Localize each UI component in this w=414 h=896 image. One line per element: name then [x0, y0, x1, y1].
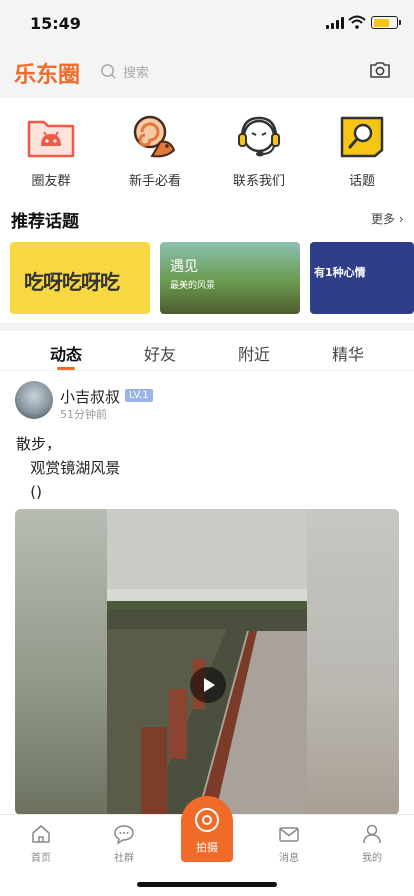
feed-tabs: 动态 好友 附近 精华	[0, 331, 414, 371]
tab-friends[interactable]: 好友	[120, 341, 200, 365]
quick-entry-topic[interactable]: 话题	[322, 112, 402, 189]
play-icon[interactable]	[190, 667, 226, 703]
topic-banner-eat[interactable]: 吃呀吃呀吃	[10, 242, 150, 314]
quick-entry-circle-group[interactable]: 圈友群	[11, 112, 91, 189]
nav-label: 首页	[31, 853, 51, 864]
nav-community[interactable]: 社群	[94, 823, 154, 864]
chat-bubble-icon	[114, 825, 134, 845]
video-blur-right	[307, 509, 399, 815]
avatar[interactable]	[15, 381, 53, 419]
post-time: 51分钟前	[60, 408, 107, 421]
top-area: 15:49 乐东圈 搜索	[0, 0, 414, 98]
topic-banner-mood[interactable]: 有1种心情	[310, 242, 414, 314]
topic-banner-scenery[interactable]: 遇见 最美的风景	[160, 242, 300, 314]
camera-icon[interactable]	[368, 58, 392, 82]
search-placeholder: 搜索	[123, 65, 150, 81]
folder-android-icon	[27, 120, 75, 158]
shoot-button[interactable]: 拍摄	[181, 796, 233, 862]
home-icon	[32, 825, 50, 843]
quick-entry-label: 新手必看	[128, 174, 181, 189]
quick-entry-label: 联系我们	[232, 174, 285, 189]
mail-icon	[279, 827, 299, 842]
level-badge: LV.1	[125, 389, 153, 402]
shoot-label: 拍摄	[196, 841, 218, 854]
person-icon	[363, 824, 381, 844]
tab-featured[interactable]: 精华	[308, 341, 388, 365]
banner-text: 吃呀吃呀吃	[24, 270, 120, 294]
banner-text: 有1种心情	[314, 266, 366, 279]
banner-subtitle: 最美的风景	[170, 281, 216, 291]
nav-label: 消息	[279, 853, 299, 864]
status-bar: 15:49	[0, 0, 414, 46]
nav-home[interactable]: 首页	[11, 823, 71, 864]
more-link[interactable]: 更多 ›	[371, 210, 404, 227]
search-bar[interactable]: 搜索	[100, 58, 320, 84]
nav-label: 社群	[114, 853, 134, 864]
wifi-icon	[348, 15, 366, 29]
tab-nearby[interactable]: 附近	[214, 341, 294, 365]
status-time: 15:49	[30, 14, 81, 33]
signal-icon	[326, 17, 346, 29]
banner-title: 遇见	[170, 259, 198, 275]
active-tab-indicator	[57, 367, 75, 370]
quick-entry-contact[interactable]: 联系我们	[219, 112, 299, 189]
video-frame	[107, 509, 307, 815]
app-logo: 乐东圈	[14, 63, 81, 88]
nav-messages[interactable]: 消息	[259, 823, 319, 864]
quick-entries: 圈友群 新手必看 联系我们 话题	[0, 98, 414, 194]
snail-icon	[133, 115, 176, 158]
nav-label: 我的	[362, 853, 382, 864]
post-text: 散步， 观赏镜湖风景 ()	[16, 435, 121, 501]
recommended-title: 推荐话题	[11, 212, 79, 232]
post-username[interactable]: 小吉叔叔	[60, 386, 120, 407]
home-indicator	[137, 882, 277, 887]
shoot-icon	[195, 808, 219, 832]
video-blur-left	[15, 509, 107, 815]
nav-mine[interactable]: 我的	[342, 823, 402, 864]
quick-entry-label: 圈友群	[31, 174, 71, 189]
headset-icon	[238, 116, 280, 157]
tab-dynamic[interactable]: 动态	[26, 341, 106, 365]
post-video[interactable]	[15, 509, 399, 815]
search-icon	[101, 63, 116, 79]
quick-entry-label: 话题	[348, 174, 375, 189]
quick-entry-beginner[interactable]: 新手必看	[115, 112, 195, 189]
topic-search-icon	[340, 116, 384, 158]
battery-icon	[371, 16, 401, 29]
section-divider	[0, 323, 414, 331]
